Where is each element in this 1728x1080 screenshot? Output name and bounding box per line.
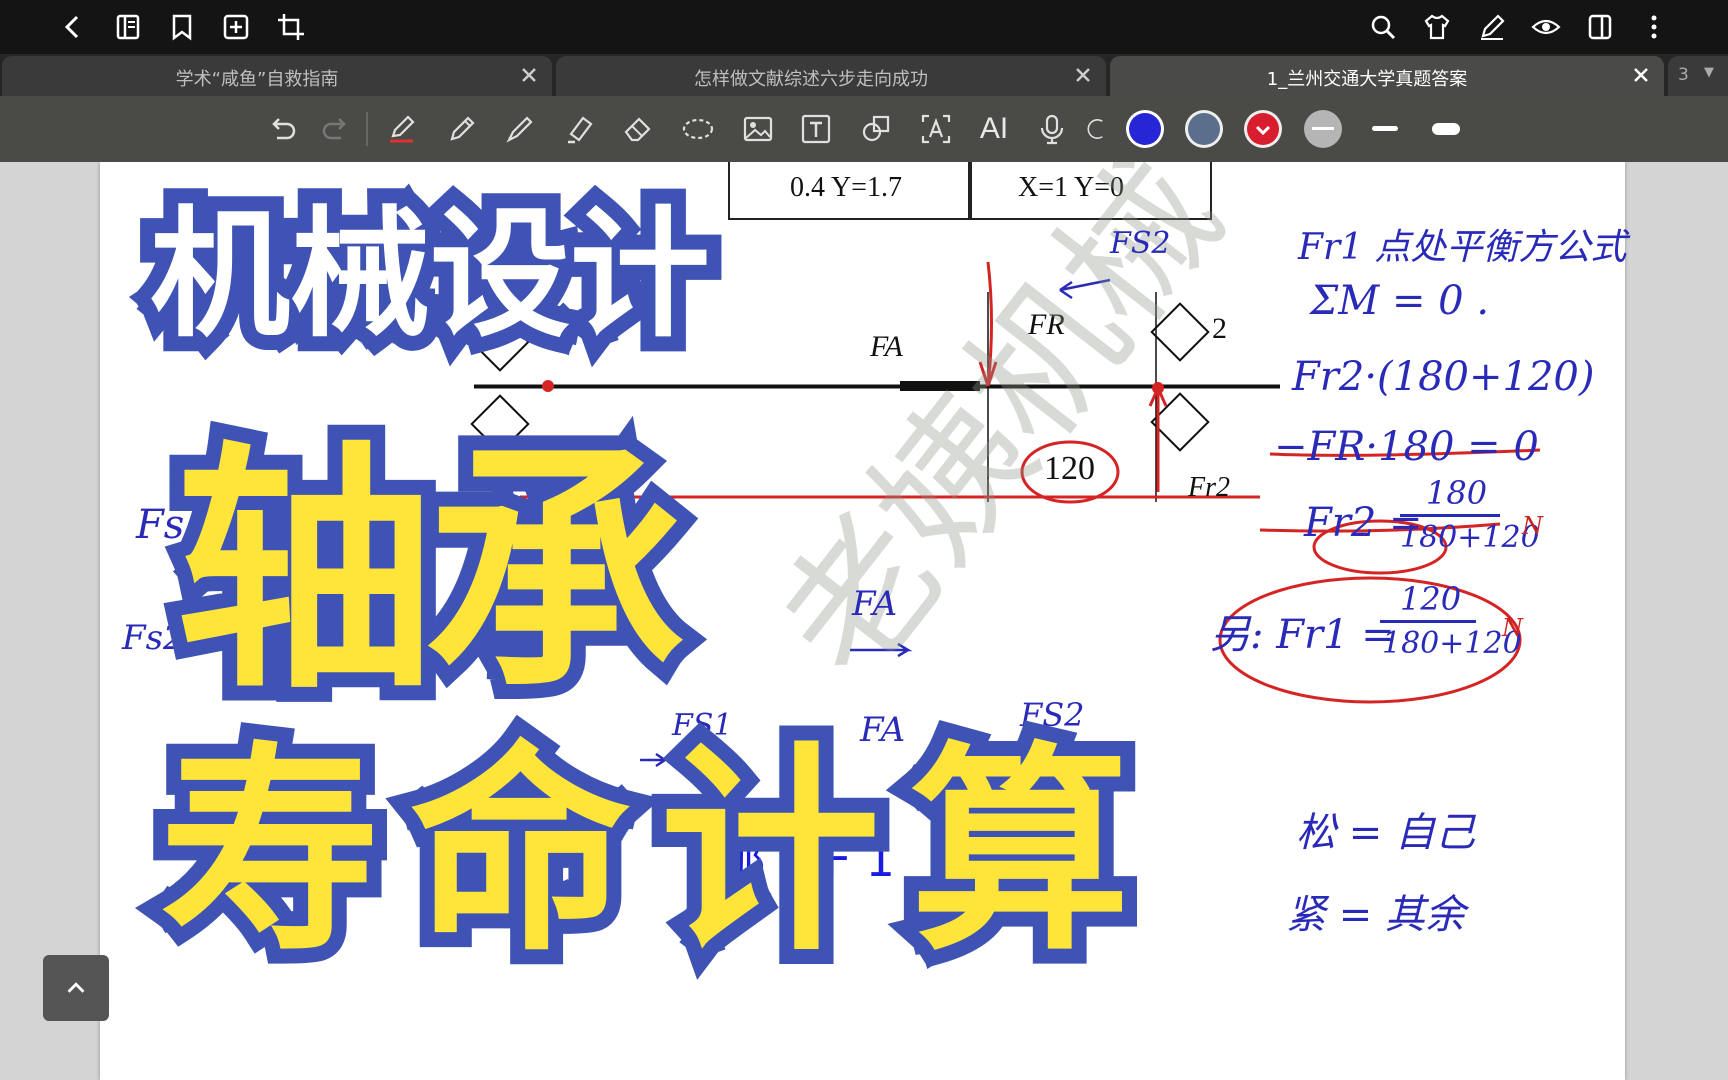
toolbar-divider xyxy=(366,112,368,146)
pencil-icon[interactable] xyxy=(442,109,482,149)
note-fraction-den: 180+120 xyxy=(1382,626,1522,661)
outline-icon[interactable] xyxy=(109,8,147,46)
note-fa-mid: FA xyxy=(852,584,898,624)
chevron-up-icon xyxy=(67,982,85,993)
fountain-pen-icon[interactable] xyxy=(500,109,540,149)
note-fraction-num: 120 xyxy=(1400,580,1462,618)
close-icon[interactable] xyxy=(1070,62,1096,88)
fraction-bar xyxy=(1380,620,1476,623)
stroke-width-thin[interactable] xyxy=(1372,126,1398,131)
back-icon[interactable] xyxy=(54,8,92,46)
color-swatch-slate[interactable] xyxy=(1188,113,1220,145)
theme-shirt-icon[interactable] xyxy=(1418,8,1456,46)
note-line: ΣM = 0 . xyxy=(1310,278,1490,324)
close-icon[interactable] xyxy=(1628,62,1654,88)
lasso-icon[interactable] xyxy=(678,109,718,149)
tab-1[interactable]: 学术“咸鱼”自救指南 xyxy=(2,56,552,96)
laser-pointer-icon[interactable] xyxy=(1084,109,1108,149)
overlay-title-line3: 寿命计算 xyxy=(145,709,1161,995)
tab-label: 怎样做文献综述六步走向成功 xyxy=(694,69,928,90)
fraction-bar xyxy=(1400,514,1500,517)
more-options-icon[interactable] xyxy=(1635,8,1673,46)
tab-label: 学术“咸鱼”自救指南 xyxy=(175,69,339,90)
overlay-title-line1: 机械设计 xyxy=(135,179,725,372)
document-viewport: 0.4 Y=1.7 X=1 Y=0 FA FR Fr2 2 1 120 老姨机械… xyxy=(0,162,1728,1080)
color-swatch-red[interactable] xyxy=(1247,113,1279,145)
bookmark-icon[interactable] xyxy=(163,8,201,46)
highlighter-icon[interactable] xyxy=(560,109,600,149)
note-line: 另: Fr1 = xyxy=(1210,612,1395,658)
shapes-icon[interactable] xyxy=(856,109,896,149)
tab-count: 3 xyxy=(1678,65,1689,85)
sidebar-panel-icon[interactable] xyxy=(1581,8,1619,46)
tab-2[interactable]: 怎样做文献综述六步走向成功 xyxy=(556,56,1106,96)
label-fr2: Fr2 xyxy=(1188,472,1230,503)
tab-count-button[interactable]: 3 ▼ xyxy=(1668,56,1728,96)
chevron-down-icon: ▼ xyxy=(1704,65,1714,80)
selected-check-icon xyxy=(1255,125,1271,136)
note-line: Fr2·(180+120) xyxy=(1292,354,1595,400)
ai-label: AI xyxy=(979,112,1009,145)
tab-label: 1_兰州交通大学真题答案 xyxy=(1266,69,1468,90)
note-unit: N xyxy=(1502,614,1523,642)
note-unit: N xyxy=(1522,512,1543,540)
pen-edit-icon[interactable] xyxy=(1473,8,1511,46)
scroll-to-top-button[interactable] xyxy=(43,955,109,1021)
undo-icon[interactable] xyxy=(262,109,302,149)
note-fraction-num: 180 xyxy=(1426,474,1488,512)
pen-tool-icon[interactable] xyxy=(382,109,422,149)
annotation-toolbar: AI xyxy=(0,96,1728,162)
note-line: −FR·180 = 0 xyxy=(1274,424,1539,470)
top-bar xyxy=(0,0,1728,54)
stroke-width-thick[interactable] xyxy=(1432,123,1460,135)
note-fraction-den: 180+120 xyxy=(1400,520,1540,555)
close-icon[interactable] xyxy=(516,62,542,88)
search-icon[interactable] xyxy=(1364,8,1402,46)
eraser-icon[interactable] xyxy=(618,109,658,149)
ai-button[interactable]: AI xyxy=(974,109,1014,149)
tab-3[interactable]: 1_兰州交通大学真题答案 xyxy=(1110,56,1664,96)
crop-icon[interactable] xyxy=(272,8,310,46)
eye-icon[interactable] xyxy=(1527,8,1565,46)
add-page-icon[interactable] xyxy=(217,8,255,46)
note-line: Fr1 点处平衡方公式 xyxy=(1298,227,1627,268)
ocr-text-icon[interactable] xyxy=(916,109,956,149)
label-bearing-2: 2 xyxy=(1212,312,1227,345)
note-jin: 紧 = 其余 xyxy=(1286,892,1465,938)
color-swatch-blue[interactable] xyxy=(1129,113,1161,145)
text-box-icon[interactable] xyxy=(796,109,836,149)
note-fs2-top: FS2 xyxy=(1110,226,1171,261)
note-song: 松 = 自己 xyxy=(1296,810,1475,856)
tab-bar: 学术“咸鱼”自救指南 怎样做文献综述六步走向成功 1_兰州交通大学真题答案 3 … xyxy=(0,54,1728,96)
image-icon[interactable] xyxy=(738,109,778,149)
redo-icon[interactable] xyxy=(316,109,356,149)
microphone-icon[interactable] xyxy=(1032,109,1072,149)
color-swatch-gray[interactable] xyxy=(1304,110,1342,148)
